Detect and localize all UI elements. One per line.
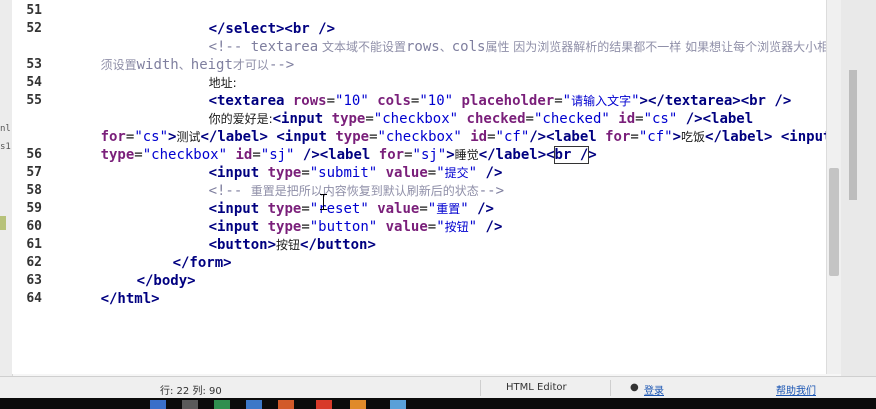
status-bar: 行: 22 列: 90 HTML Editor ● 登录 帮助我们	[0, 376, 876, 399]
scrollbar-thumb[interactable]	[829, 168, 839, 276]
user-icon: ●	[630, 382, 639, 393]
code-eq: =	[427, 219, 437, 235]
comment-keyword: rows	[406, 39, 440, 55]
code-string: 按钮	[444, 220, 469, 234]
left-strip-marker	[0, 216, 6, 230]
code-text: 按钮	[276, 238, 301, 252]
selected-code-fragment[interactable]: br /	[553, 146, 590, 164]
editor-mode: HTML Editor	[506, 382, 567, 393]
taskbar-app-icon[interactable]	[350, 400, 366, 409]
line-number-gutter: 51 52 53 54 55 56 57 58 59 60 61 62 63 6…	[12, 0, 44, 374]
code-tag: </button>	[300, 237, 376, 253]
left-strip-mark: s1	[0, 142, 11, 152]
code-tag: >	[588, 147, 597, 163]
line-number: 52	[26, 21, 42, 36]
left-strip-mark: nl	[0, 124, 11, 134]
code-line: </html>	[50, 272, 160, 326]
text-cursor-icon	[320, 194, 327, 210]
code-attr: type	[100, 147, 135, 163]
taskbar-app-icon[interactable]	[390, 400, 406, 409]
line-number: 55	[26, 93, 42, 108]
line-number: 62	[26, 255, 42, 270]
line-number: 61	[26, 237, 42, 252]
line-number: 59	[26, 201, 42, 216]
right-side-panel	[841, 0, 876, 378]
code-tag: </html>	[100, 291, 160, 307]
line-number: 51	[26, 3, 42, 18]
code-tag: >	[672, 129, 681, 145]
taskbar-app-icon[interactable]	[316, 400, 332, 409]
code-eq: =	[630, 129, 639, 145]
taskbar	[0, 398, 876, 409]
line-number: 57	[26, 165, 42, 180]
line-number: 58	[26, 183, 42, 198]
status-separator	[480, 380, 481, 396]
code-attr: value	[385, 219, 428, 235]
code-string: "	[468, 219, 478, 235]
line-number: 60	[26, 219, 42, 234]
comment-text: 须设置	[100, 58, 137, 72]
comment-text: 、	[439, 40, 452, 54]
taskbar-app-icon[interactable]	[182, 400, 198, 409]
code-area[interactable]: </select><br /> <!-- textarea 文本域不能设置row…	[50, 0, 830, 374]
code-string: "cf"	[638, 129, 673, 145]
code-string: "	[436, 219, 445, 235]
taskbar-app-icon[interactable]	[278, 400, 294, 409]
panel-scrollbar[interactable]	[849, 70, 857, 200]
taskbar-app-icon[interactable]	[246, 400, 262, 409]
comment-text: 才可以	[232, 58, 269, 72]
line-number: 64	[26, 291, 42, 306]
taskbar-app-icon[interactable]	[214, 400, 230, 409]
login-link[interactable]: 登录	[644, 382, 664, 397]
code-tag: </label> <input	[705, 129, 830, 145]
help-us-link[interactable]: 帮助我们	[776, 382, 816, 397]
code-eq: =	[134, 147, 143, 163]
code-editor[interactable]: 51 52 53 54 55 56 57 58 59 60 61 62 63 6…	[12, 0, 830, 374]
comment-close: -->	[268, 57, 295, 73]
vertical-scrollbar[interactable]	[826, 0, 841, 374]
code-tag: />	[477, 219, 503, 235]
line-number: 63	[26, 273, 42, 288]
code-text: 吃饭	[681, 130, 706, 144]
line-number: 54	[26, 75, 42, 90]
comment-text: 属性 因为浏览器解析的结果都不一样 如果想让每个浏览器大小相同 必	[485, 40, 830, 54]
comment-text: 文本域不能设置	[318, 40, 406, 54]
taskbar-app-icon[interactable]	[150, 400, 166, 409]
comment-keyword: cols	[451, 39, 486, 55]
cursor-position: 行: 22 列: 90	[160, 386, 222, 397]
line-number: 53	[26, 57, 42, 72]
code-attr: for	[605, 129, 631, 145]
line-number: 56	[26, 147, 42, 162]
status-separator	[610, 380, 611, 396]
